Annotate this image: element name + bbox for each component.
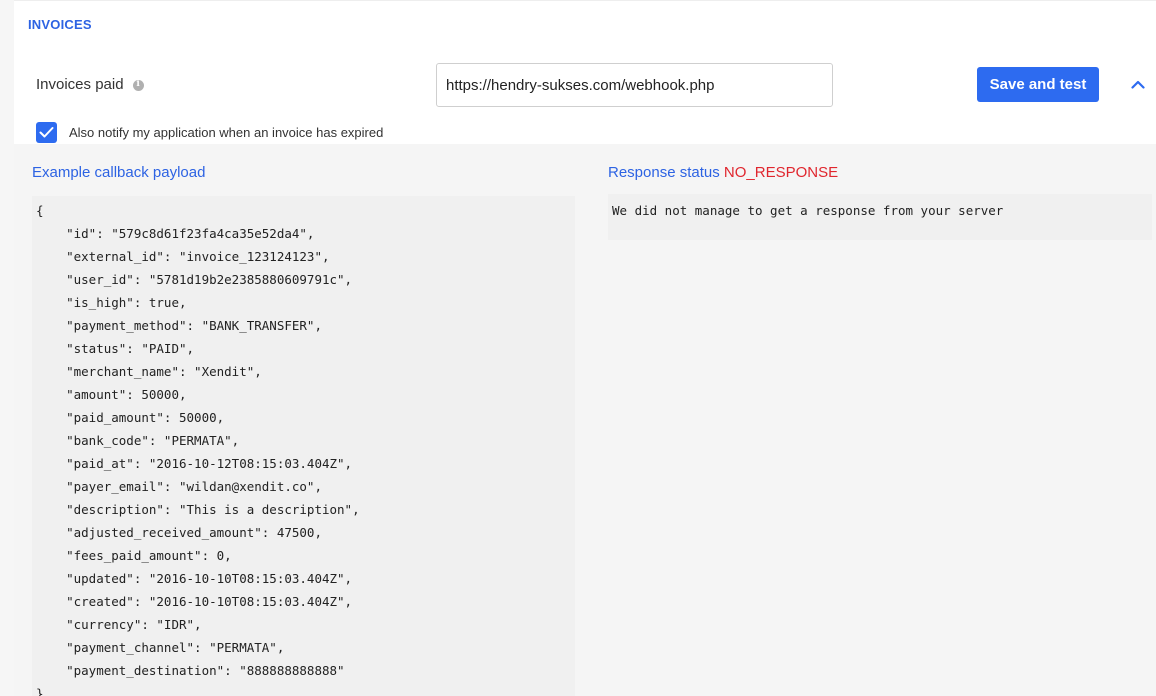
payload-line: "payer_email": "wildan@xendit.co",	[36, 479, 322, 494]
payload-line: "external_id": "invoice_123124123",	[36, 249, 330, 264]
chevron-up-icon[interactable]	[1131, 79, 1145, 89]
payload-line: "paid_at": "2016-10-12T08:15:03.404Z",	[36, 456, 353, 471]
payload-line: "payment_destination": "888888888888"	[36, 663, 345, 678]
invoices-paid-label: Invoices paid	[36, 76, 124, 93]
payload-code-block: { "id": "579c8d61f23fa4ca35e52da4", "ext…	[32, 196, 575, 696]
payload-line: "adjusted_received_amount": 47500,	[36, 525, 322, 540]
notify-expired-label: Also notify my application when an invoi…	[69, 125, 384, 140]
payload-line: "merchant_name": "Xendit",	[36, 364, 262, 379]
callback-area: Example callback payload { "id": "579c8d…	[14, 144, 1156, 696]
payload-line: "currency": "IDR",	[36, 617, 202, 632]
left-gutter	[0, 0, 14, 696]
payload-title: Example callback payload	[32, 164, 206, 181]
response-message: We did not manage to get a response from…	[612, 203, 1004, 218]
info-icon[interactable]	[132, 79, 144, 91]
payload-line: "payment_method": "BANK_TRANSFER",	[36, 318, 322, 333]
payload-line: "id": "579c8d61f23fa4ca35e52da4",	[36, 226, 315, 241]
response-box: We did not manage to get a response from…	[608, 194, 1152, 240]
payload-line: "description": "This is a description",	[36, 502, 360, 517]
webhook-url-input[interactable]	[436, 63, 833, 107]
response-status-value: NO_RESPONSE	[723, 164, 839, 181]
payload-line: "paid_amount": 50000,	[36, 410, 225, 425]
payload-line: "user_id": "5781d19b2e2385880609791c",	[36, 272, 353, 287]
page: INVOICES Invoices paid Save and test Als…	[0, 0, 1156, 696]
payload-line: "status": "PAID",	[36, 341, 195, 356]
notify-expired-checkbox[interactable]	[36, 122, 57, 143]
invoices-paid-row: Invoices paid	[36, 76, 144, 93]
response-status-label: Response status	[608, 164, 720, 181]
payload-line: "amount": 50000,	[36, 387, 187, 402]
invoices-panel: INVOICES Invoices paid Save and test Als…	[14, 0, 1156, 696]
payload-line: "fees_paid_amount": 0,	[36, 548, 232, 563]
save-and-test-button[interactable]: Save and test	[977, 67, 1099, 102]
payload-line: "bank_code": "PERMATA",	[36, 433, 240, 448]
payload-line: "updated": "2016-10-10T08:15:03.404Z",	[36, 571, 353, 586]
section-title: INVOICES	[28, 17, 92, 32]
check-icon	[39, 127, 54, 138]
response-status-title: Response status NO_RESPONSE	[608, 164, 838, 181]
payload-line: "is_high": true,	[36, 295, 187, 310]
payload-line: {	[36, 203, 44, 218]
payload-line: }	[36, 686, 44, 696]
payload-line: "payment_channel": "PERMATA",	[36, 640, 285, 655]
payload-line: "created": "2016-10-10T08:15:03.404Z",	[36, 594, 353, 609]
